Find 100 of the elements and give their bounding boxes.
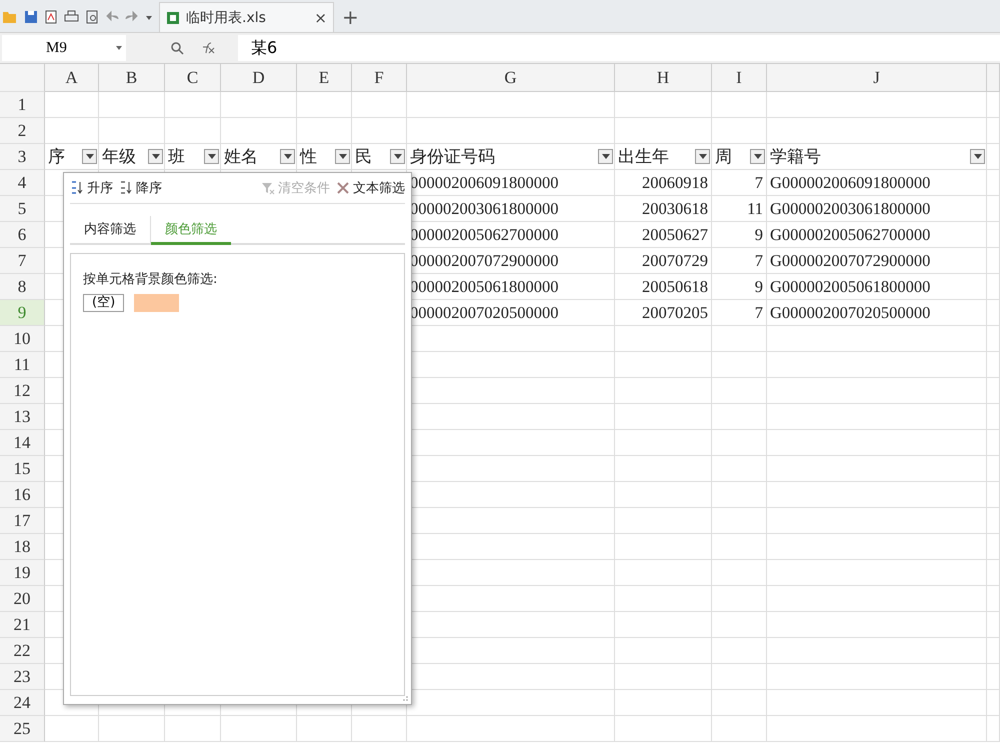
- row-header[interactable]: 25: [0, 716, 45, 742]
- table-cell: [712, 586, 767, 612]
- filter-button[interactable]: [148, 149, 163, 164]
- function-icon[interactable]: [200, 41, 216, 55]
- column-header[interactable]: H: [615, 64, 712, 92]
- name-box[interactable]: M9: [2, 35, 126, 61]
- row-header[interactable]: 8: [0, 274, 45, 300]
- caret-icon: [698, 154, 706, 159]
- spreadsheet-icon: [166, 10, 180, 24]
- table-cell: [987, 664, 1000, 690]
- column-header[interactable]: G: [407, 64, 615, 92]
- preview-icon[interactable]: [85, 10, 99, 24]
- table-cell: 7: [712, 170, 767, 196]
- new-tab-button[interactable]: +: [342, 5, 359, 29]
- column-title: 姓名: [223, 146, 258, 168]
- column-header[interactable]: C: [165, 64, 221, 92]
- text-filter-button[interactable]: 文本筛选: [336, 179, 405, 197]
- row-header[interactable]: 7: [0, 248, 45, 274]
- column-title: 班: [167, 146, 185, 168]
- row-header[interactable]: 22: [0, 638, 45, 664]
- caret-icon[interactable]: [116, 46, 122, 50]
- column-header[interactable]: E: [297, 64, 352, 92]
- table-cell: [99, 716, 165, 742]
- row-header[interactable]: 2: [0, 118, 45, 144]
- filter-button[interactable]: [598, 149, 613, 164]
- table-cell: [987, 716, 1000, 742]
- row-header[interactable]: 13: [0, 404, 45, 430]
- table-cell: [352, 716, 407, 742]
- row-header[interactable]: 5: [0, 196, 45, 222]
- table-cell: 20050618: [615, 274, 712, 300]
- filter-button[interactable]: [390, 149, 405, 164]
- table-cell: G000002007020500000: [767, 300, 987, 326]
- file-tab[interactable]: 临时用表.xls ×: [159, 2, 334, 32]
- table-cell: [712, 508, 767, 534]
- row-header[interactable]: 6: [0, 222, 45, 248]
- filter-button[interactable]: [750, 149, 765, 164]
- zoom-icon[interactable]: [170, 41, 184, 55]
- row-header[interactable]: 23: [0, 664, 45, 690]
- print-icon[interactable]: [64, 10, 79, 24]
- row-header[interactable]: 17: [0, 508, 45, 534]
- row-header[interactable]: 24: [0, 690, 45, 716]
- filter-button[interactable]: [204, 149, 219, 164]
- table-cell: [987, 690, 1000, 716]
- column-header[interactable]: B: [99, 64, 165, 92]
- table-cell: [712, 326, 767, 352]
- table-cell: 7: [712, 248, 767, 274]
- table-cell: G000002005061800000: [767, 274, 987, 300]
- column-header[interactable]: I: [712, 64, 767, 92]
- table-cell: [987, 170, 1000, 196]
- column-header[interactable]: D: [221, 64, 297, 92]
- row-header[interactable]: 15: [0, 456, 45, 482]
- row-header[interactable]: 19: [0, 560, 45, 586]
- row-header[interactable]: 18: [0, 534, 45, 560]
- caret-icon: [602, 154, 610, 159]
- pdf-icon[interactable]: [44, 10, 58, 24]
- row-header[interactable]: 4: [0, 170, 45, 196]
- tab-title: 临时用表.xls: [186, 8, 267, 26]
- table-cell: [297, 716, 352, 742]
- table-cell: [987, 612, 1000, 638]
- column-header[interactable]: J: [767, 64, 987, 92]
- row-header[interactable]: 21: [0, 612, 45, 638]
- row-header[interactable]: 3: [0, 144, 45, 170]
- row-header[interactable]: 11: [0, 352, 45, 378]
- caret-icon: [754, 154, 762, 159]
- filter-button[interactable]: [280, 149, 295, 164]
- filter-button[interactable]: [82, 149, 97, 164]
- filter-button[interactable]: [695, 149, 710, 164]
- sort-asc-button[interactable]: 升序: [70, 179, 113, 197]
- row-header[interactable]: 9: [0, 300, 45, 326]
- table-cell: [712, 482, 767, 508]
- row-header[interactable]: 20: [0, 586, 45, 612]
- table-cell: [352, 92, 407, 118]
- column-header[interactable]: F: [352, 64, 407, 92]
- table-cell: [165, 716, 221, 742]
- filter-button[interactable]: [335, 149, 350, 164]
- row-header[interactable]: 12: [0, 378, 45, 404]
- sort-icon: [70, 181, 84, 195]
- table-cell: [987, 404, 1000, 430]
- row-header[interactable]: 16: [0, 482, 45, 508]
- sort-desc-button[interactable]: 降序: [119, 179, 162, 197]
- filter-tab[interactable]: 内容筛选: [70, 216, 151, 243]
- close-button[interactable]: ×: [314, 8, 327, 26]
- filter-tab[interactable]: 颜色筛选: [151, 216, 231, 245]
- row-header[interactable]: 1: [0, 92, 45, 118]
- row-header[interactable]: 10: [0, 326, 45, 352]
- table-cell: [712, 352, 767, 378]
- tools-icon: [336, 181, 350, 195]
- table-cell: 9: [712, 274, 767, 300]
- row-header[interactable]: 14: [0, 430, 45, 456]
- resize-grip-icon[interactable]: [402, 695, 408, 701]
- filter-button[interactable]: [970, 149, 985, 164]
- column-title: 序: [47, 146, 65, 168]
- color-swatch[interactable]: [134, 294, 180, 312]
- table-cell: 20060918: [615, 170, 712, 196]
- table-cell: G000002003061800000: [767, 196, 987, 222]
- column-header[interactable]: A: [45, 64, 99, 92]
- formula-field[interactable]: 某6: [238, 35, 1000, 61]
- save-icon[interactable]: [24, 10, 38, 24]
- table-cell: [165, 92, 221, 118]
- blank-option[interactable]: (空): [83, 294, 124, 312]
